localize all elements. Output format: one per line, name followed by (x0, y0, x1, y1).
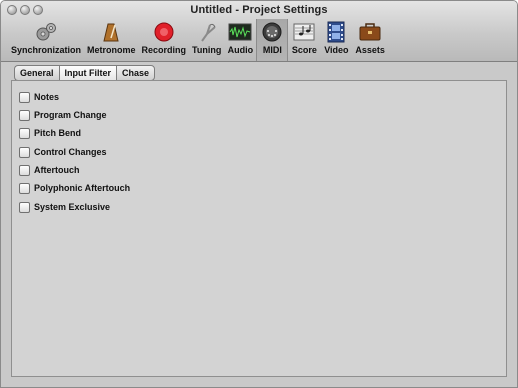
filter-pitch-bend-label: Pitch Bend (34, 128, 82, 138)
filter-notes-checkbox[interactable] (19, 91, 30, 103)
audio-waveform-icon (227, 21, 253, 43)
filter-system-exclusive-checkbox[interactable] (19, 201, 30, 213)
toolbar-video[interactable]: Video (320, 19, 352, 59)
filter-control-changes-label: Control Changes (34, 147, 107, 157)
filter-program-change-row[interactable]: Program Change (19, 108, 107, 122)
toolbar-label: Tuning (192, 45, 222, 55)
metronome-icon (98, 21, 124, 43)
toolbar-midi[interactable]: MIDI (256, 19, 289, 61)
filter-polyphonic-aftertouch-checkbox[interactable] (19, 182, 30, 194)
tab-chase[interactable]: Chase (116, 65, 156, 81)
filter-system-exclusive-label: System Exclusive (34, 202, 111, 212)
window-title: Untitled - Project Settings (190, 4, 328, 16)
toolbar-label: Recording (141, 45, 187, 55)
filter-control-changes-checkbox[interactable] (19, 146, 30, 158)
filter-program-change-checkbox[interactable] (19, 109, 30, 121)
toolbar-label: Metronome (87, 45, 136, 55)
film-icon (323, 21, 349, 43)
record-icon (151, 21, 177, 43)
briefcase-icon (357, 21, 383, 43)
input-filter-panel: Notes Program Change Pitch Bend Control … (11, 80, 507, 377)
tab-general[interactable]: General (14, 65, 59, 81)
filter-program-change-label: Program Change (34, 110, 107, 120)
toolbar-synchronization[interactable]: Synchronization (8, 19, 84, 59)
score-icon (291, 21, 317, 43)
filter-system-exclusive-row[interactable]: System Exclusive (19, 200, 110, 214)
filter-aftertouch-row[interactable]: Aftertouch (19, 163, 80, 177)
toolbar-audio[interactable]: Audio (224, 19, 256, 59)
toolbar-tuning[interactable]: Tuning (189, 19, 224, 59)
toolbar-label: Video (324, 45, 349, 55)
filter-pitch-bend-row[interactable]: Pitch Bend (19, 126, 81, 140)
filter-notes-label: Notes (34, 92, 60, 102)
filter-aftertouch-label: Aftertouch (34, 165, 80, 175)
filter-aftertouch-checkbox[interactable] (19, 164, 30, 176)
toolbar-metronome[interactable]: Metronome (84, 19, 139, 59)
tuning-fork-icon (194, 21, 220, 43)
gears-icon (33, 21, 59, 43)
toolbar-label: Audio (227, 45, 254, 55)
toolbar-label: Score (291, 45, 317, 55)
settings-tabs: General Input Filter Chase (14, 65, 156, 81)
toolbar-recording[interactable]: Recording (139, 19, 190, 59)
project-settings-window: Untitled - Project Settings Synchronizat… (0, 0, 518, 388)
toolbar-assets[interactable]: Assets (352, 19, 388, 59)
tab-input-filter[interactable]: Input Filter (58, 65, 117, 81)
filter-control-changes-row[interactable]: Control Changes (19, 145, 107, 159)
filter-polyphonic-aftertouch-row[interactable]: Polyphonic Aftertouch (19, 181, 130, 195)
title-bar: Untitled - Project Settings Synchronizat… (1, 1, 517, 62)
filter-polyphonic-aftertouch-label: Polyphonic Aftertouch (34, 183, 131, 193)
filter-notes-row[interactable]: Notes (19, 90, 59, 104)
toolbar-label: Assets (355, 45, 385, 55)
toolbar-score[interactable]: Score (288, 19, 320, 59)
toolbar-label: MIDI (262, 45, 282, 55)
toolbar-label: Synchronization (11, 45, 82, 55)
settings-toolbar: Synchronization Metronome Recording Tuni… (8, 19, 388, 61)
filter-pitch-bend-checkbox[interactable] (19, 127, 30, 139)
midi-port-icon (259, 21, 285, 43)
